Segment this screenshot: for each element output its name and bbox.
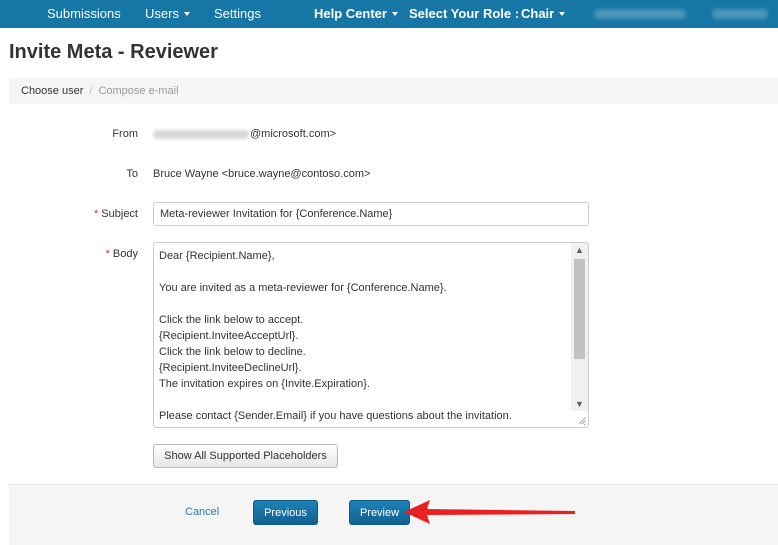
- action-footer: Cancel Previous Preview: [9, 484, 778, 545]
- role-selector[interactable]: Chair: [521, 6, 566, 21]
- nav-submissions[interactable]: Submissions: [47, 6, 121, 21]
- breadcrumb-separator: /: [89, 85, 93, 97]
- body-line: {Recipient.InviteeDeclineUrl}.: [159, 362, 302, 374]
- required-marker: *: [94, 208, 99, 220]
- nav-help-center-label: Help Center: [314, 6, 387, 21]
- cancel-link[interactable]: Cancel: [185, 506, 219, 518]
- from-value: @microsoft.com>: [153, 128, 336, 140]
- body-line: [159, 264, 567, 280]
- from-domain: @microsoft.com>: [250, 128, 337, 140]
- breadcrumb-compose-email: Compose e-mail: [98, 85, 179, 97]
- to-value: Bruce Wayne <bruce.wayne@contoso.com>: [153, 168, 371, 180]
- to-label: To: [126, 168, 138, 180]
- preview-button[interactable]: Preview: [349, 500, 410, 525]
- breadcrumb-choose-user[interactable]: Choose user: [21, 85, 83, 97]
- body-scrollbar[interactable]: ▲ ▼: [571, 243, 588, 411]
- scroll-up-icon[interactable]: ▲: [571, 243, 588, 257]
- body-line: Click the link below to accept.: [159, 314, 304, 326]
- redacted-sender-address: [153, 129, 249, 139]
- redacted-account-menu: [712, 9, 768, 19]
- subject-label: * Subject: [10, 208, 138, 220]
- nav-settings-label: Settings: [214, 6, 261, 21]
- nav-users[interactable]: Users: [145, 6, 190, 21]
- body-label-text: Body: [112, 248, 138, 260]
- body-line: Click the link below to decline.: [159, 346, 306, 358]
- required-marker: *: [105, 248, 110, 260]
- body-label: * Body: [10, 248, 138, 260]
- scroll-down-icon[interactable]: ▼: [571, 397, 588, 411]
- nav-users-label: Users: [145, 6, 179, 21]
- body-line: {Recipient.InviteeAcceptUrl}.: [159, 330, 299, 342]
- scrollbar-thumb[interactable]: [574, 259, 585, 359]
- subject-input[interactable]: [153, 202, 589, 226]
- role-value: Chair: [521, 6, 555, 21]
- body-line: Dear {Recipient.Name},: [159, 250, 275, 262]
- nav-submissions-label: Submissions: [47, 6, 121, 21]
- nav-settings[interactable]: Settings: [214, 6, 261, 21]
- page-title: Invite Meta - Reviewer: [9, 41, 218, 63]
- body-line: [159, 296, 567, 312]
- body-line: [159, 392, 567, 408]
- redacted-user-menu: [594, 9, 686, 19]
- caret-down-icon: [391, 11, 398, 16]
- select-role-label: Select Your Role :: [409, 6, 520, 21]
- breadcrumb: Choose user / Compose e-mail: [9, 78, 778, 104]
- body-line: The invitation expires on {Invite.Expira…: [159, 378, 370, 390]
- from-label: From: [112, 128, 138, 140]
- body-line: You are invited as a meta-reviewer for {…: [159, 282, 447, 294]
- body-textarea[interactable]: Dear {Recipient.Name}, You are invited a…: [153, 242, 589, 428]
- caret-down-icon: [559, 11, 566, 16]
- subject-label-text: Subject: [101, 208, 138, 220]
- resize-grip-icon[interactable]: [576, 415, 587, 426]
- body-text[interactable]: Dear {Recipient.Name}, You are invited a…: [159, 248, 567, 424]
- top-navigation-bar: Submissions Users Settings Help Center S…: [0, 0, 778, 28]
- body-line: Please contact {Sender.Email} if you hav…: [159, 410, 512, 422]
- show-placeholders-button[interactable]: Show All Supported Placeholders: [153, 444, 338, 468]
- caret-down-icon: [183, 11, 190, 16]
- previous-button[interactable]: Previous: [253, 500, 318, 525]
- nav-help-center[interactable]: Help Center: [314, 6, 398, 21]
